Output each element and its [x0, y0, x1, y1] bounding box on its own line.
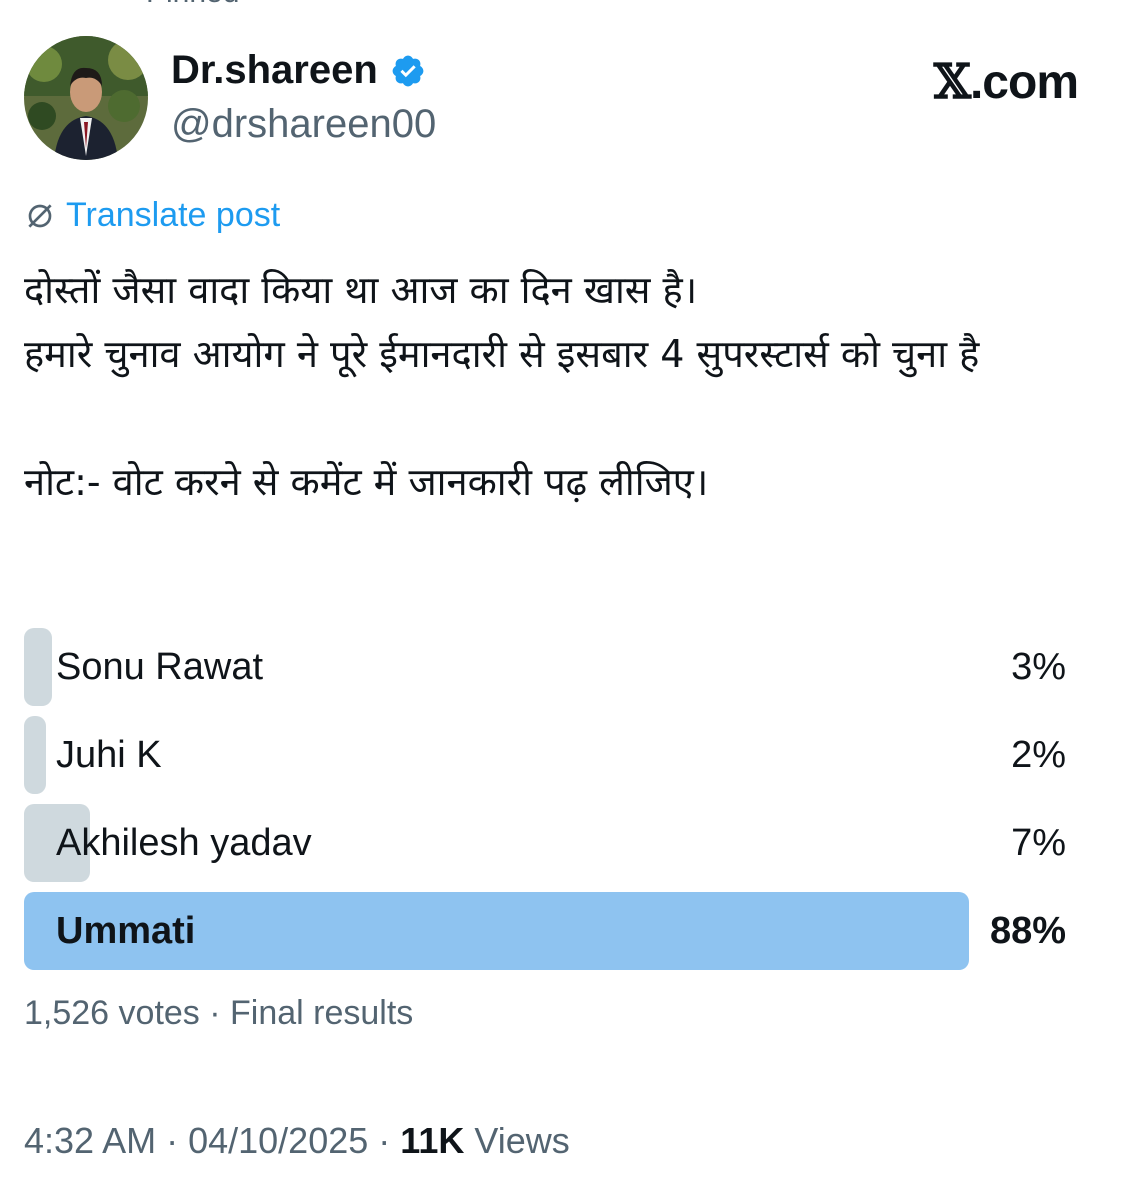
post-body: दोस्तों जैसा वादा किया था आज का दिन खास … [24, 258, 1098, 514]
poll-option: Akhilesh yadav 7% [24, 804, 1074, 882]
pinned-label: Pinned [146, 0, 239, 10]
globe-slash-icon [28, 203, 52, 228]
poll-option-percent: 7% [1011, 822, 1066, 864]
author-name-row[interactable]: Dr.shareen [171, 48, 426, 93]
poll-option-label: Ummati [56, 910, 196, 952]
display-name[interactable]: Dr.shareen [171, 48, 378, 93]
pinned-indicator: Pinned [120, 0, 239, 10]
x-logo-dot: . [969, 56, 983, 109]
views-label[interactable]: Views [474, 1120, 569, 1161]
post-line: दोस्तों जैसा वादा किया था आज का दिन खास … [24, 268, 698, 312]
poll-footer: 1,526 votes · Final results [24, 994, 414, 1032]
post-time[interactable]: 4:32 AM [24, 1120, 156, 1162]
post-line: हमारे चुनाव आयोग ने पूरे ईमानदारी से इसब… [24, 332, 980, 376]
x-logo-mark: 𝕏 [933, 54, 971, 110]
x-logo-text: com [982, 56, 1079, 109]
x-logo: 𝕏.com [933, 54, 1079, 110]
translate-label[interactable]: Translate post [66, 196, 280, 235]
post-date[interactable]: 04/10/2025 [188, 1120, 368, 1162]
poll-bar [24, 716, 46, 794]
poll-option-label: Sonu Rawat [56, 646, 264, 688]
avatar[interactable] [24, 36, 148, 160]
poll: Sonu Rawat 3% Juhi K 2% Akhilesh yadav 7… [24, 628, 1074, 980]
poll-option: Sonu Rawat 3% [24, 628, 1074, 706]
poll-option-label: Juhi K [56, 734, 162, 776]
post-meta: 4:32 AM · 04/10/2025 · 11K Views [24, 1120, 570, 1162]
poll-option-percent: 2% [1011, 734, 1066, 776]
post-header: Dr.shareen @drshareen00 𝕏.com [24, 36, 1098, 160]
verified-badge-icon[interactable] [390, 53, 426, 89]
poll-option: Juhi K 2% [24, 716, 1074, 794]
meta-separator: · [166, 1120, 179, 1161]
avatar-image [24, 36, 148, 160]
meta-separator: · [378, 1120, 391, 1161]
views-count[interactable]: 11K [400, 1120, 464, 1161]
post-line: नोट:- वोट करने से कमेंट में जानकारी पढ़ … [24, 460, 709, 504]
poll-option-winner: Ummati 88% [24, 892, 1074, 970]
poll-option-percent: 3% [1011, 646, 1066, 688]
handle[interactable]: @drshareen00 [171, 102, 436, 147]
poll-option-label: Akhilesh yadav [56, 822, 312, 864]
poll-option-percent: 88% [989, 910, 1066, 952]
poll-bar [24, 628, 53, 706]
translate-post-link[interactable]: Translate post [24, 196, 280, 235]
